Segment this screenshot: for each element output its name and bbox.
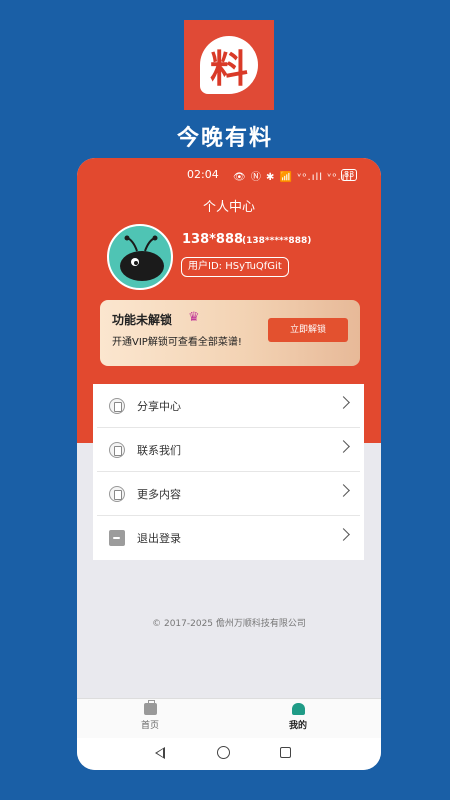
menu-item-share-center[interactable]: 分享中心: [97, 384, 360, 428]
menu-item-more-content[interactable]: 更多内容: [97, 472, 360, 516]
user-icon: [291, 703, 305, 715]
clipboard-icon: [109, 486, 125, 502]
menu-item-logout[interactable]: 退出登录: [97, 516, 360, 560]
menu-item-contact-us[interactable]: 联系我们: [97, 428, 360, 472]
tab-home[interactable]: 首页: [110, 700, 190, 731]
tab-home-label: 首页: [140, 721, 159, 731]
user-id-badge[interactable]: 用户ID: HSyTuQfGit: [181, 257, 289, 277]
briefcase-icon: [143, 700, 157, 715]
chevron-right-icon: [337, 440, 350, 453]
phone-screen: 02:04 👁 Ⓝ ✱ 📶 ᵛᵒ.ıll ᵛᵒ.ıll 83 个人中心 138*…: [77, 158, 381, 770]
status-bar: 02:04 👁 Ⓝ ✱ 📶 ᵛᵒ.ıll ᵛᵒ.ıll 83: [77, 166, 381, 184]
vip-description: 开通VIP解锁可查看全部菜谱!: [112, 337, 242, 348]
avatar[interactable]: [107, 224, 173, 290]
back-icon[interactable]: [155, 747, 165, 759]
menu-item-label: 分享中心: [137, 400, 181, 413]
unlock-now-button[interactable]: 立即解锁: [268, 318, 348, 342]
app-title: 今晚有料: [176, 126, 273, 151]
chevron-right-icon: [337, 484, 350, 497]
menu-item-label: 更多内容: [137, 488, 181, 501]
tab-me[interactable]: 我的: [258, 703, 338, 731]
copyright-text: © 2017-2025 儋州万顺科技有限公司: [152, 619, 306, 629]
logout-icon: [109, 530, 125, 546]
tab-me-label: 我的: [288, 721, 307, 731]
home-circle-icon[interactable]: [217, 746, 230, 759]
chevron-right-icon: [337, 528, 350, 541]
chevron-right-icon: [337, 396, 350, 409]
system-nav-bar: [77, 738, 381, 770]
menu-item-label: 联系我们: [137, 444, 181, 457]
recent-apps-icon[interactable]: [280, 747, 291, 758]
username: 138*888: [182, 232, 244, 247]
clipboard-icon: [109, 398, 125, 414]
menu-list: 分享中心 联系我们 更多内容 退出登录: [93, 384, 364, 560]
app-logo: 料: [184, 20, 274, 110]
clipboard-icon: [109, 442, 125, 458]
bottom-tab-bar: 首页 我的: [77, 698, 381, 738]
vip-title: 功能未解锁: [112, 313, 173, 327]
crown-icon: ♛: [188, 310, 200, 325]
page-title: 个人中心: [202, 200, 255, 215]
username-masked: (138*****888): [242, 236, 312, 246]
status-icons: 👁 Ⓝ ✱ 📶 ᵛᵒ.ıll ᵛᵒ.ıll: [233, 172, 354, 183]
menu-item-label: 退出登录: [137, 532, 181, 545]
vip-unlock-card[interactable]: 功能未解锁 ♛ 开通VIP解锁可查看全部菜谱! 立即解锁: [100, 300, 360, 366]
app-logo-mark: 料: [200, 36, 258, 94]
battery-icon: 83: [341, 169, 358, 181]
status-time: 02:04: [187, 168, 219, 181]
